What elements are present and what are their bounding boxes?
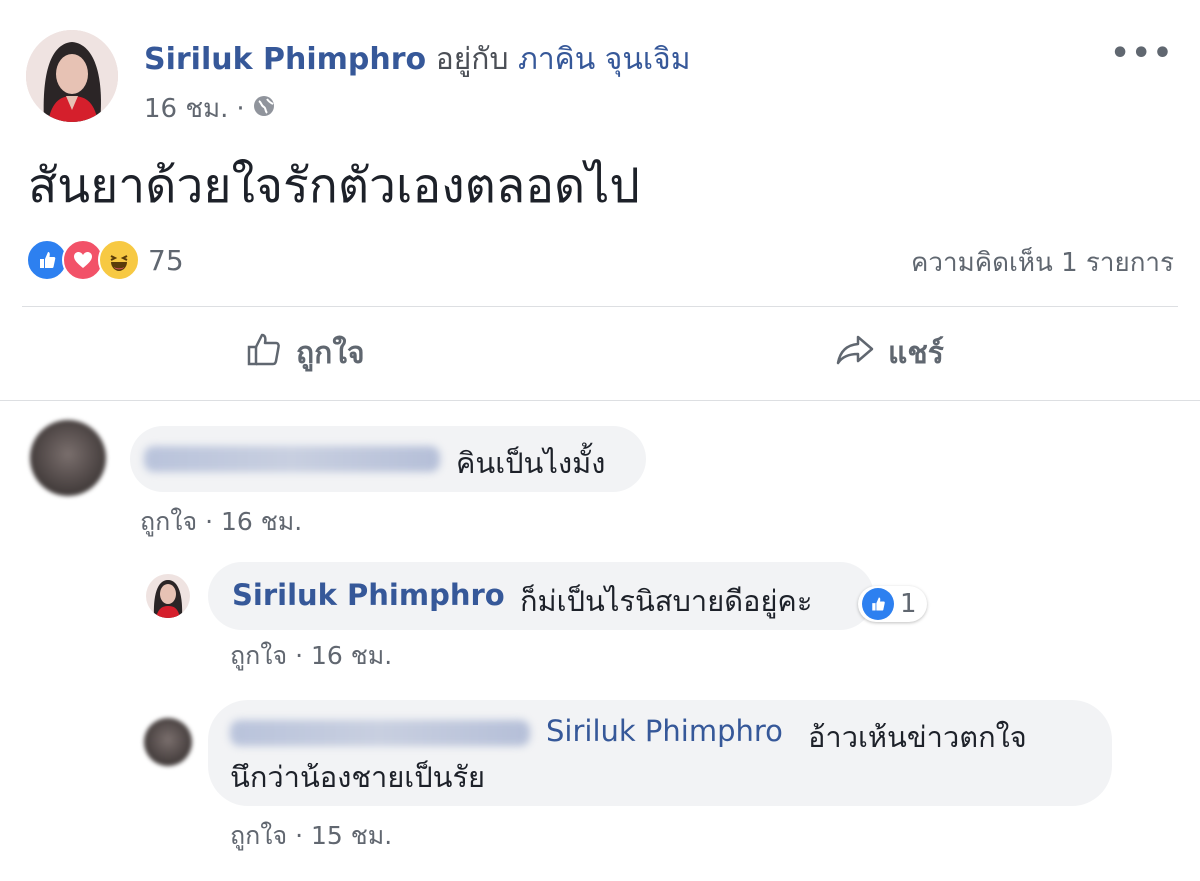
reply-like-link[interactable]: ถูกใจ [230, 641, 287, 670]
commenter-avatar[interactable] [30, 420, 106, 496]
meta-separator: · [236, 93, 245, 124]
share-button[interactable]: แชร์ [834, 328, 944, 378]
tagged-person[interactable]: ภาคิน จุนเจิม [518, 42, 690, 77]
reply-reaction-badge[interactable]: 1 [858, 586, 927, 622]
blurred-commenter-name[interactable] [144, 446, 440, 472]
author-name[interactable]: Siriluk Phimphro [144, 42, 426, 77]
post-timestamp[interactable]: 16 ชม. [144, 88, 228, 129]
reply2-like-link[interactable]: ถูกใจ [230, 821, 287, 850]
comment-meta: ถูกใจ · 16 ชม. [140, 502, 302, 542]
reply2-text-line2: นึกว่าน้องชายเป็นรัย [230, 760, 486, 794]
globe-icon[interactable] [253, 94, 275, 124]
reply-text: ก็ม่เป็นไรนิสบายดีอยู่คะ [520, 584, 813, 618]
meta-separator: · [205, 507, 221, 536]
comment-timestamp[interactable]: 16 ชม. [221, 507, 302, 536]
reaction-count: 75 [148, 243, 184, 277]
blurred-commenter-name[interactable] [230, 720, 530, 746]
share-button-label: แชร์ [888, 335, 944, 371]
author-avatar[interactable] [26, 30, 118, 122]
more-options-icon[interactable]: ••• [1110, 36, 1174, 71]
post-text: สันยาด้วยใจรักตัวเองตลอดไป [28, 158, 640, 214]
post-meta: 16 ชม. · [144, 88, 275, 129]
comment-bubble: คินเป็นไงมั้ง [130, 426, 646, 492]
post-card: Siriluk Phimphro อยู่กับ ภาคิน จุนเจิม 1… [0, 0, 1200, 401]
share-arrow-icon [834, 329, 876, 377]
like-button[interactable]: ถูกใจ [244, 328, 365, 378]
thumbs-up-icon [244, 329, 284, 377]
tagged-name[interactable]: Siriluk Phimphro [546, 714, 783, 748]
reply-bubble: Siriluk Phimphro ก็ม่เป็นไรนิสบายดีอยู่ค… [208, 562, 874, 630]
meta-separator: · [295, 821, 311, 850]
meta-separator: · [295, 641, 311, 670]
with-label: อยู่กับ [435, 42, 509, 77]
reply2-text-line1: อ้าวเห้นข่าวตกใจ [808, 720, 1027, 754]
post-header-title: Siriluk Phimphro อยู่กับ ภาคิน จุนเจิม [144, 36, 690, 83]
comment-text: คินเป็นไงมั้ง [456, 446, 606, 480]
reply-author-name[interactable]: Siriluk Phimphro [232, 578, 505, 612]
reply2-meta: ถูกใจ · 15 ชม. [230, 816, 392, 856]
reactions-summary[interactable]: 75 [26, 238, 184, 282]
reply-reaction-count: 1 [900, 589, 917, 619]
comments-count-link[interactable]: ความคิดเห็น 1 รายการ [911, 242, 1174, 283]
reply2-avatar[interactable] [144, 718, 192, 766]
divider [22, 306, 1178, 307]
like-button-label: ถูกใจ [296, 335, 365, 371]
reply-meta: ถูกใจ · 16 ชม. [230, 636, 392, 676]
like-icon [862, 588, 894, 620]
haha-icon [98, 239, 140, 281]
comments-section: คินเป็นไงมั้ง ถูกใจ · 16 ชม. Siriluk Phi… [0, 404, 1200, 881]
reply-timestamp[interactable]: 16 ชม. [311, 641, 392, 670]
reply-author-avatar[interactable] [146, 574, 190, 618]
reply2-bubble: Siriluk Phimphro อ้าวเห้นข่าวตกใจ นึกว่า… [208, 700, 1112, 806]
comment-like-link[interactable]: ถูกใจ [140, 507, 197, 536]
reply2-timestamp[interactable]: 15 ชม. [311, 821, 392, 850]
